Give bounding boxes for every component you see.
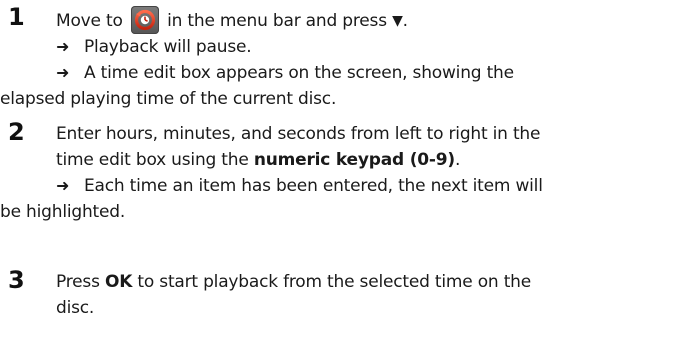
step-result: ➜ A time edit box appears on the screen, … — [56, 60, 674, 86]
step-result: ➜ Playback will pause. — [56, 34, 674, 60]
step-instruction: Enter hours, minutes, and seconds from l… — [56, 124, 541, 144]
step-number: 3 — [8, 266, 25, 294]
step-body: Enter hours, minutes, and seconds from l… — [0, 121, 674, 225]
ok-label: OK — [104, 272, 133, 292]
step-instruction: Move to in the menu bar and press ▼. — [56, 6, 674, 34]
step-body: Press OK to start playback from the sele… — [56, 269, 674, 321]
step-result: ➜ Each time an item has been entered, the… — [56, 173, 674, 199]
step-body: Move to in the menu bar and press ▼. ➜ P… — [0, 6, 674, 112]
down-arrow-icon: ▼ — [392, 13, 403, 29]
step-result-continued: elapsed playing time of the current disc… — [0, 89, 337, 109]
result-arrow-icon: ➜ — [56, 176, 70, 195]
step-number: 1 — [8, 3, 25, 31]
step-result-continued: be highlighted. — [0, 202, 126, 222]
step-instruction: disc. — [56, 298, 95, 318]
keypad-label: numeric keypad (0-9) — [253, 150, 455, 170]
result-arrow-icon: ➜ — [56, 63, 70, 82]
result-arrow-icon: ➜ — [56, 37, 70, 56]
time-search-icon — [130, 6, 159, 34]
instruction-document: 1 Move to in the menu bar and press ▼. ➜… — [0, 0, 682, 353]
step-number: 2 — [8, 118, 25, 146]
step-instruction: time edit box using the numeric keypad (… — [56, 150, 461, 170]
step-instruction: Press OK to start playback from the sele… — [56, 272, 532, 292]
